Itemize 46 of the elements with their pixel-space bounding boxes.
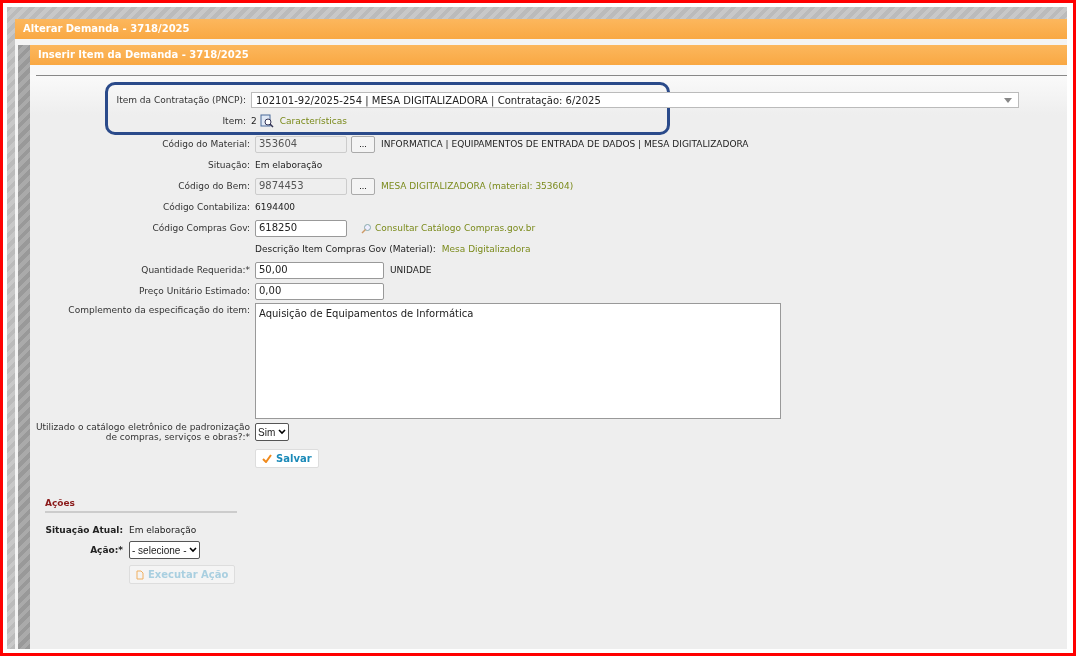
document-search-icon	[259, 114, 274, 128]
field-label: Situação:	[208, 160, 250, 170]
input-field[interactable]: 618250	[255, 219, 347, 237]
catalog-link[interactable]: Consultar Catálogo Compras.gov.br	[375, 223, 536, 233]
field-label: Código do Material:	[162, 139, 250, 149]
save-button[interactable]: Salvar	[255, 449, 319, 468]
field-label: Utilizado o catálogo eletrônico de padronização de compras, serviços e obras?:*	[35, 422, 250, 442]
field-label: Ação:*	[90, 545, 123, 555]
select-field[interactable]: 102101-92/2025-254 | MESA DIGITALIZADORA | Contratação: 6/2025	[251, 92, 1019, 108]
field-label: Preço Unitário Estimado:	[139, 286, 250, 296]
action-select[interactable]: - selecione -	[129, 541, 201, 559]
field-label: Quantidade Requerida:*	[141, 265, 250, 275]
field-value: 6194400	[255, 202, 296, 212]
description-link[interactable]: Mesa Digitalizadora	[441, 244, 531, 254]
field-label: Complemento da especificação do item:	[68, 305, 250, 315]
description-label: Descrição Item Compras Gov (Material):	[255, 244, 436, 254]
characteristics-link[interactable]: Características	[279, 116, 347, 126]
dialog-header: Inserir Item da Demanda - 3718/2025	[30, 45, 1067, 65]
field-label: Código Compras Gov:	[152, 223, 250, 233]
field-description[interactable]: MESA DIGITALIZADORA (material: 353604)	[381, 181, 574, 191]
select-field[interactable]: Sim	[255, 423, 290, 441]
field-label: Situação Atual:	[45, 525, 123, 535]
input-field[interactable]: 0,00	[255, 282, 384, 300]
field-label: Item da Contratação (PNCP):	[116, 95, 246, 105]
checkmark-icon	[262, 454, 272, 463]
lookup-button[interactable]: ...	[351, 177, 375, 195]
input-field[interactable]: 353604	[255, 135, 347, 153]
dropdown-caret-icon	[1004, 97, 1012, 103]
field-description: INFORMATICA | EQUIPAMENTOS DE ENTRADA DE DADOS | MESA DIGITALIZADORA	[381, 139, 749, 149]
chevron-down-icon	[278, 429, 287, 435]
dialog-header: Alterar Demanda - 3718/2025	[15, 19, 1067, 39]
chevron-down-icon	[189, 547, 198, 553]
field-label: Código do Bem:	[178, 181, 250, 191]
section-title: Ações	[45, 498, 237, 513]
document-icon	[136, 569, 144, 580]
input-field[interactable]: 9874453	[255, 177, 347, 195]
input-field[interactable]: 50,00	[255, 261, 384, 279]
field-label: Código Contabiliza:	[162, 202, 250, 212]
field-label: Item:	[222, 116, 246, 126]
unit-label: UNIDADE	[390, 265, 432, 275]
field-value: Em elaboração	[255, 160, 323, 170]
search-icon	[361, 222, 372, 234]
lookup-button[interactable]: ...	[351, 135, 375, 153]
text-area[interactable]: Aquisição de Equipamentos de Informática	[255, 303, 781, 419]
field-value: Em elaboração	[129, 525, 197, 535]
field-value: 2	[251, 116, 257, 126]
